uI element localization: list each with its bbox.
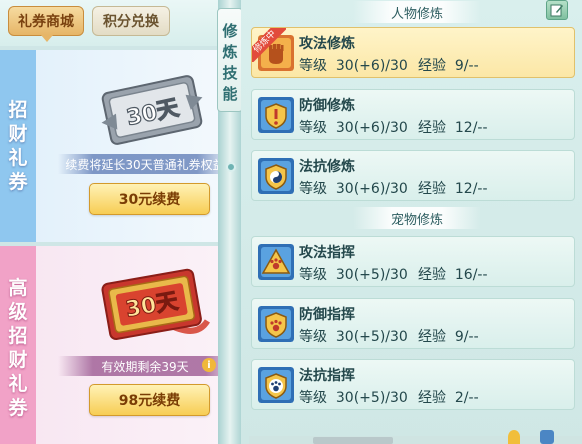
skill-level: 等级 30(+5)/30 (299, 390, 408, 406)
skill-row-pet-magic-resist[interactable]: 法抗指挥 等级 30(+5)/30 经验 2/-- (251, 359, 575, 410)
paw-shield-icon (258, 306, 294, 342)
skill-exp: 经验 12/-- (418, 181, 488, 197)
skill-level: 等级 30(+6)/30 (299, 181, 408, 197)
skill-exp: 经验 9/-- (418, 58, 479, 74)
standard-coupon-note: 续费将延长30天普通礼券权益 (58, 154, 232, 174)
info-icon[interactable]: i (202, 358, 216, 372)
skill-exp: 经验 9/-- (418, 329, 479, 345)
skill-row-pet-attack[interactable]: 攻法指挥 等级 30(+5)/30 经验 16/-- (251, 236, 575, 287)
skill-exp: 经验 12/-- (418, 120, 488, 136)
skill-name: 攻法指挥 (299, 245, 355, 261)
edit-icon[interactable] (546, 0, 568, 20)
skill-level: 等级 30(+6)/30 (299, 120, 408, 136)
bottom-progress-bar (313, 437, 393, 444)
tab-gift-shop[interactable]: 礼券商城 (8, 6, 84, 42)
silver-ticket-icon: 30天 (101, 75, 203, 145)
bottom-strip (249, 436, 582, 444)
shield-icon (258, 97, 294, 133)
skill-row-magic-resist[interactable]: 法抗修炼 等级 30(+6)/30 经验 12/-- (251, 150, 575, 201)
skill-exp: 经验 16/-- (418, 267, 488, 283)
tab-points-exchange[interactable]: 积分兑换 (92, 6, 170, 36)
yin-yang-shield-icon (258, 158, 294, 194)
skill-level: 等级 30(+5)/30 (299, 329, 408, 345)
gold-ticket-icon: 30天 (101, 268, 210, 340)
top-tab-bar: 礼券商城 积分兑换 (0, 0, 232, 46)
paw-triangle-icon (258, 244, 294, 280)
renew-30-button[interactable]: 30元续费 (89, 183, 210, 215)
training-badge: 修炼中 (252, 28, 286, 62)
premium-coupon-title: 高 级 招 财 礼 券 (8, 277, 28, 419)
standard-coupon-card: 招 财 礼 券 30天 续费将延长30天普通礼券权益 30元续费 (0, 50, 232, 242)
skill-name: 法抗修炼 (299, 159, 355, 175)
section-title-character: 人物修炼 (353, 1, 481, 23)
standard-coupon-title: 招 财 礼 券 (8, 99, 28, 193)
skill-row-attack-magic[interactable]: 修炼中 攻法修炼 等级 30(+6)/30 经验 9/-- (251, 27, 575, 78)
bell-icon[interactable] (508, 430, 520, 444)
skill-name: 防御指挥 (299, 307, 355, 323)
skill-row-pet-defense[interactable]: 防御指挥 等级 30(+5)/30 经验 9/-- (251, 298, 575, 349)
skill-level: 等级 30(+6)/30 (299, 58, 408, 74)
skill-name: 法抗指挥 (299, 368, 355, 384)
skill-name: 攻法修炼 (299, 36, 355, 52)
renew-98-button[interactable]: 98元续费 (89, 384, 210, 416)
tab-cultivation-skills[interactable]: 修 炼 技 能 (217, 8, 243, 112)
skill-name: 防御修炼 (299, 98, 355, 114)
section-title-pet: 宠物修炼 (353, 207, 481, 229)
skill-row-defense[interactable]: 防御修炼 等级 30(+6)/30 经验 12/-- (251, 89, 575, 140)
divider-knob (226, 162, 236, 172)
premium-coupon-card: 高 级 招 财 礼 券 30天 有效期剩余39天 i 98元续费 (0, 246, 232, 444)
paw-ring-icon (258, 367, 294, 403)
menu-icon[interactable] (540, 430, 554, 444)
cultivation-panel: 人物修炼 修炼中 攻法修炼 等级 30(+6)/30 经验 9/-- 防御修炼 … (241, 0, 582, 444)
skill-exp: 经验 2/-- (418, 390, 479, 406)
skill-level: 等级 30(+5)/30 (299, 267, 408, 283)
game-window: 礼券商城 积分兑换 招 财 礼 券 30天 续费将延长30天普通礼券权益 30元… (0, 0, 582, 444)
